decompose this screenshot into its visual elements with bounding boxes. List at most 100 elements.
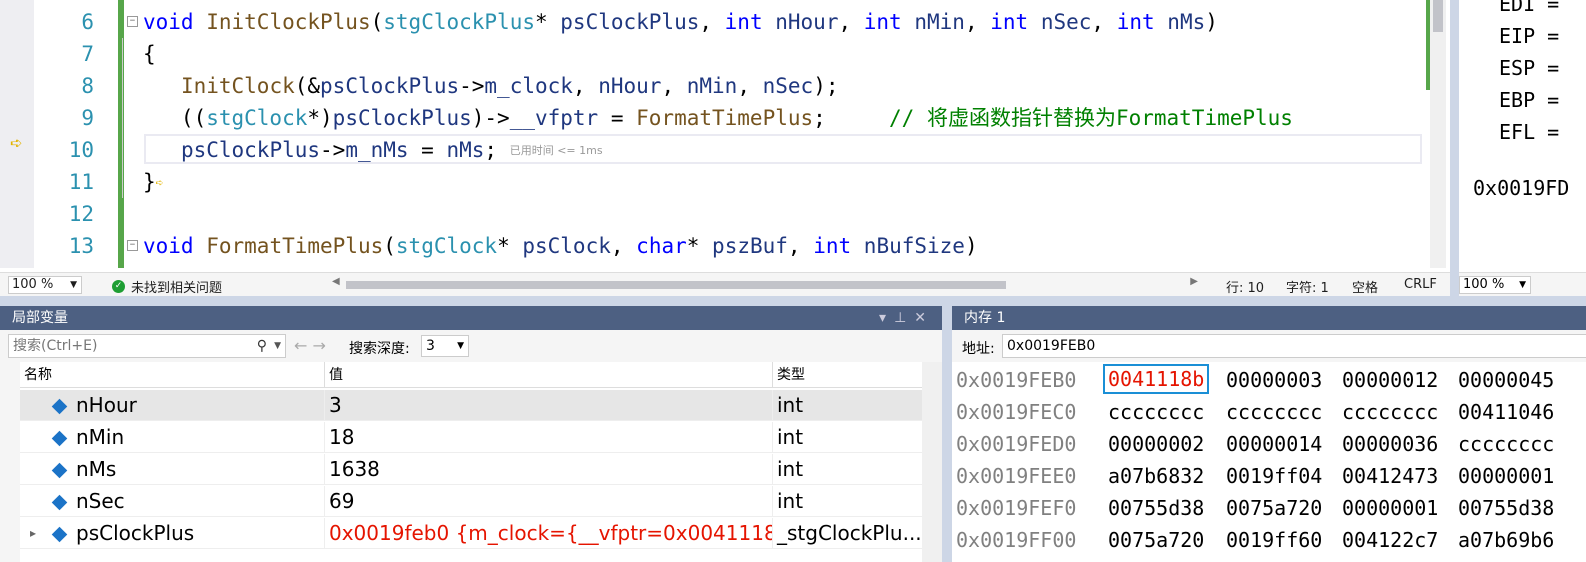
memory-cell[interactable]: 00000001	[1458, 460, 1554, 492]
code-line[interactable]: 13− void FormatTimePlus(stgClock* psClock…	[0, 230, 1425, 262]
line-ending-indicator[interactable]: CRLF	[1404, 277, 1437, 292]
editor-horizontal-scroll-thumb[interactable]	[346, 281, 1006, 289]
locals-window[interactable]: 局部变量 ▾⊥✕ 搜索(Ctrl+E) ⚲ ▼ ← → 搜索深度: 3 ▼ 名称…	[0, 306, 942, 562]
table-row[interactable]: nMin 18 int	[20, 422, 922, 453]
code-line[interactable]: 8 InitClock(&psClockPlus->m_clock, nHour…	[0, 70, 1425, 102]
code-line[interactable]: 7{	[0, 38, 1425, 70]
memory-row[interactable]: 0x0019FEE0 a07b6832 0019ff04 00412473 000000…	[956, 460, 1554, 492]
memory-row[interactable]: 0x0019FF00 0075a720 0019ff60 004122c7 a07b69…	[956, 524, 1554, 556]
memory-cell[interactable]: 00000014	[1226, 428, 1322, 460]
memory-row[interactable]: 0x0019FEB0 0041118b 00000003 00000012 000000…	[956, 364, 1554, 396]
memory-title-bar[interactable]: 内存 1	[952, 306, 1586, 330]
editor-vertical-scrollbar[interactable]	[1430, 0, 1446, 268]
close-icon[interactable]: ✕	[914, 310, 934, 326]
code-token: psClock	[522, 234, 611, 258]
memory-cell[interactable]: 00000003	[1226, 364, 1322, 396]
variable-value[interactable]: 3	[324, 390, 772, 421]
memory-cell[interactable]: 0075a720	[1226, 492, 1322, 524]
registers-panel[interactable]: EDI = EIP = ESP = EBP = EFL = 0x0019FD 100 % ▼	[1459, 0, 1586, 296]
search-depth-dropdown[interactable]: 3 ▼	[421, 335, 469, 357]
memory-cell[interactable]: cccccccc	[1108, 396, 1204, 428]
code-line[interactable]: 6 − void InitClockPlus(stgClockPlus* psClo…	[0, 6, 1425, 38]
memory-window[interactable]: 内存 1 地址: 0x0019FEB0 0x0019FEB0 0041118b 00…	[952, 306, 1586, 562]
code-token: (	[383, 234, 396, 258]
issues-indicator[interactable]: ✓ 未找到相关问题	[112, 277, 222, 296]
search-forward-icon[interactable]: →	[313, 336, 326, 355]
memory-cell[interactable]: 00000001	[1342, 492, 1438, 524]
memory-cell[interactable]: 00412473	[1342, 460, 1438, 492]
search-icon[interactable]: ⚲	[257, 335, 267, 357]
collapse-toggle-icon[interactable]: −	[127, 16, 138, 27]
variable-value[interactable]: 18	[324, 422, 772, 453]
memory-row[interactable]: 0x0019FEF0 00755d38 0075a720 00000001 00755d…	[956, 492, 1554, 524]
code-editor[interactable]: ➪ 6− void InitClockPlus(stgClockPlus* psC…	[0, 0, 1450, 296]
code-token: ,	[699, 10, 725, 34]
search-back-icon[interactable]: ←	[294, 336, 307, 355]
variable-value[interactable]: 69	[324, 486, 772, 517]
table-row[interactable]: nSec 69 int	[20, 486, 922, 517]
memory-cell[interactable]: 00000002	[1108, 428, 1204, 460]
table-row[interactable]: nHour 3 int	[20, 390, 922, 421]
table-row[interactable]: ▸ psClockPlus 0x0019feb0 {m_clock={__vfptr…	[20, 518, 922, 549]
column-header-value[interactable]: 值	[324, 362, 343, 387]
registers-zoom-dropdown[interactable]: 100 % ▼	[1459, 276, 1531, 294]
collapse-toggle-icon[interactable]: −	[127, 240, 138, 251]
locals-vertical-scrollbar[interactable]	[922, 362, 942, 562]
code-line[interactable]: 9 ((stgClock*)psClockPlus)->__vfptr = Fo…	[0, 102, 1425, 134]
variable-value[interactable]: 0x0019feb0 {m_clock={__vfptr=0x0041118..…	[324, 518, 772, 549]
register-line: EBP =	[1499, 88, 1560, 112]
pin-icon[interactable]: ⊥	[894, 310, 914, 326]
memory-cell[interactable]: 00000012	[1342, 364, 1438, 396]
memory-cell[interactable]: a07b69b6	[1458, 524, 1554, 556]
memory-cell[interactable]: 004122c7	[1342, 524, 1438, 556]
locals-grid-header: 名称 值 类型	[20, 362, 922, 388]
memory-row[interactable]: 0x0019FEC0 cccccccc cccccccc cccccccc 004110…	[956, 396, 1554, 428]
code-line[interactable]: 12	[0, 198, 1425, 230]
locals-title-bar[interactable]: 局部变量 ▾⊥✕	[0, 306, 942, 330]
memory-cell[interactable]: 00755d38	[1108, 492, 1204, 524]
whitespace-indicator[interactable]: 空格	[1352, 277, 1378, 296]
memory-cell[interactable]: cccccccc	[1226, 396, 1322, 428]
memory-cell[interactable]: 0041118b	[1103, 364, 1210, 394]
code-token: psClockPlus	[560, 10, 700, 34]
code-line[interactable]: 11 }➪	[0, 166, 1425, 198]
memory-cell[interactable]: 0075a720	[1108, 524, 1204, 556]
code-token: __vfptr	[509, 106, 599, 130]
memory-cell[interactable]: 0019ff04	[1226, 460, 1322, 492]
memory-row[interactable]: 0x0019FED0 00000002 00000014 00000036 cccccc…	[956, 428, 1554, 460]
memory-cell[interactable]: 00411046	[1458, 396, 1554, 428]
code-token: ;	[813, 106, 890, 130]
locals-grid[interactable]: 名称 值 类型 nHour 3 int nMin 18 int nMs 1638 int nSec…	[20, 362, 922, 562]
code-text: }➪	[143, 166, 163, 200]
window-menu-icon[interactable]: ▾	[879, 310, 894, 326]
table-row[interactable]: nMs 1638 int	[20, 454, 922, 485]
code-token: )->	[471, 106, 510, 130]
chevron-down-icon[interactable]: ▼	[274, 335, 281, 357]
line-indicator[interactable]: 行: 10	[1226, 277, 1264, 296]
memory-cell[interactable]: 00000036	[1342, 428, 1438, 460]
memory-cell[interactable]: 0019ff60	[1226, 524, 1322, 556]
memory-cell[interactable]: 00755d38	[1458, 492, 1554, 524]
char-indicator[interactable]: 字符: 1	[1286, 277, 1329, 296]
address-input[interactable]: 0x0019FEB0	[1002, 334, 1586, 358]
scroll-right-icon[interactable]: ▶	[1190, 276, 1198, 287]
code-token: )	[964, 234, 978, 258]
editor-zoom-dropdown[interactable]: 100 % ▼	[8, 276, 82, 294]
expand-arrow-icon[interactable]: ▸	[30, 518, 36, 549]
memory-cell[interactable]: cccccccc	[1342, 396, 1438, 428]
memory-cell[interactable]: a07b6832	[1108, 460, 1204, 492]
editor-vertical-scroll-thumb[interactable]	[1433, 0, 1443, 32]
code-token: int	[990, 10, 1029, 34]
scroll-left-icon[interactable]: ◀	[332, 276, 340, 287]
locals-search-input[interactable]: 搜索(Ctrl+E) ⚲ ▼	[8, 334, 286, 358]
line-number: 11	[68, 170, 94, 194]
memory-cell[interactable]: 00000045	[1458, 364, 1554, 396]
column-header-type[interactable]: 类型	[772, 362, 805, 387]
variable-value[interactable]: 1638	[324, 454, 772, 485]
editor-horizontal-scrollbar[interactable]: ◀ ▶	[330, 276, 1200, 292]
memory-cell[interactable]: cccccccc	[1458, 428, 1554, 460]
memory-title: 内存 1	[964, 310, 1006, 326]
column-header-name[interactable]: 名称	[24, 362, 52, 387]
register-line: 0x0019FD	[1473, 176, 1570, 200]
